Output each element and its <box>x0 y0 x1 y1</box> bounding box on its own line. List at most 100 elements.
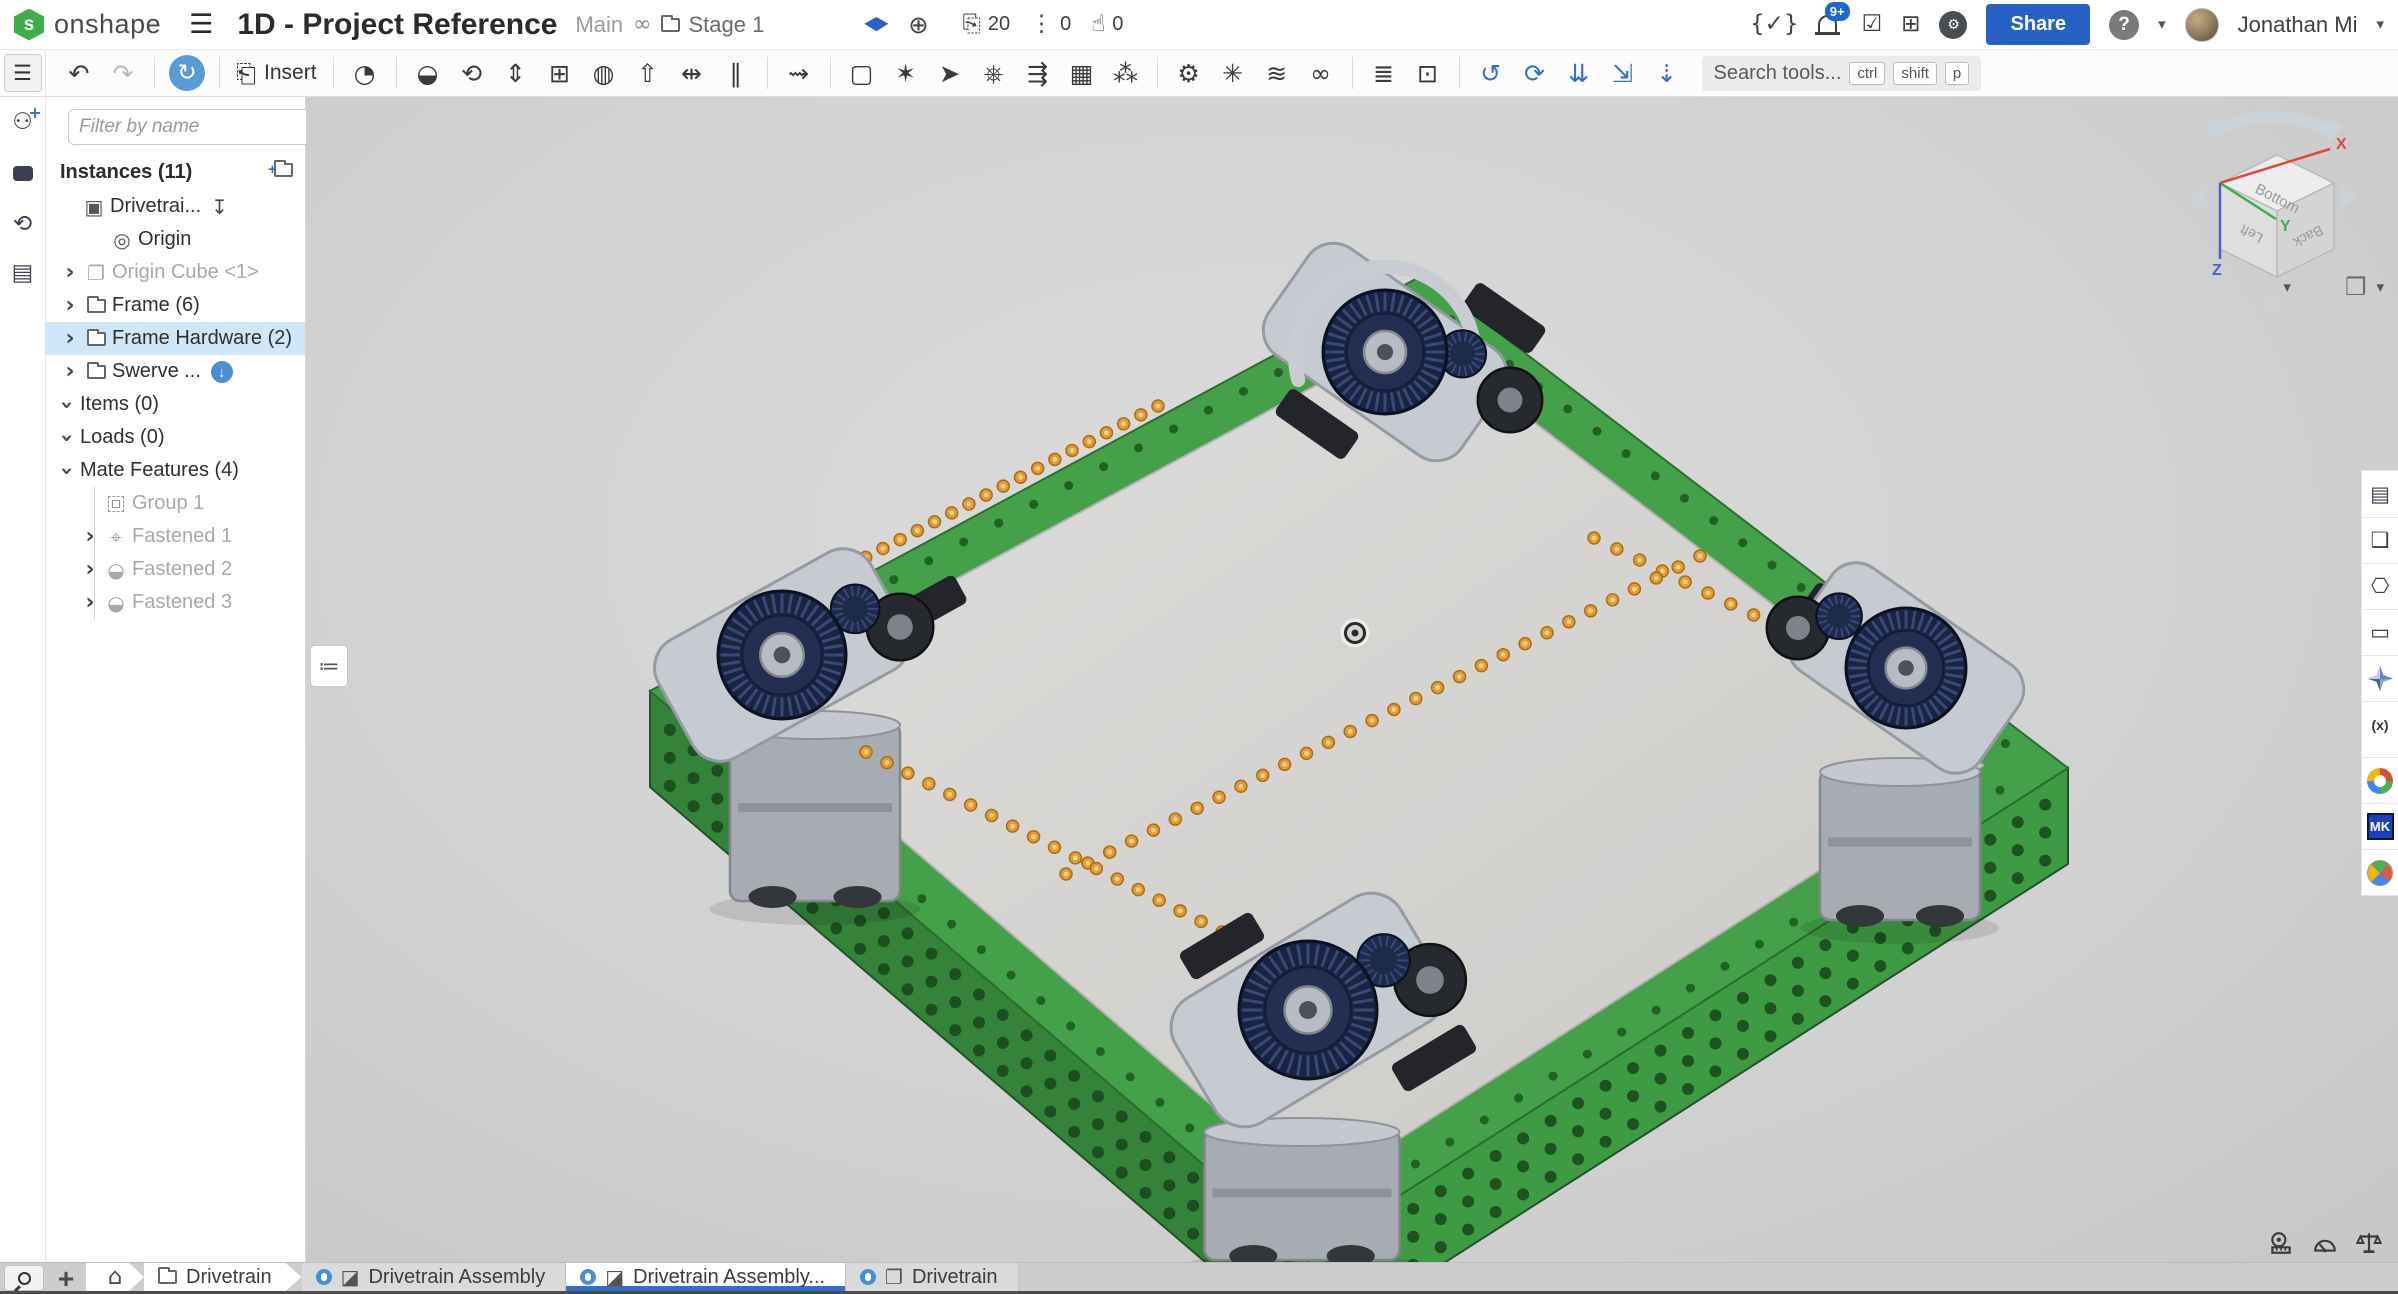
insert-bom-icon[interactable]: ⊡ <box>1407 54 1449 92</box>
ball-mate-icon[interactable]: ◍ <box>583 54 625 92</box>
featurescript-button[interactable]: (x) <box>2362 701 2398 747</box>
app-pinwheel-button[interactable] <box>2362 655 2398 701</box>
group-icon[interactable]: ◒ <box>407 54 449 92</box>
chevron-down-icon[interactable]: › <box>55 393 77 417</box>
apps-grid-icon[interactable]: ⊞ <box>1901 13 1920 36</box>
versions-stat[interactable]: ⋮ 0 <box>1030 13 1071 36</box>
chevron-right-icon[interactable]: › <box>58 295 82 317</box>
protractor-icon[interactable] <box>2312 1230 2338 1256</box>
ai-assistant-icon[interactable]: ⚙ <box>1939 11 1967 39</box>
comments-icon[interactable] <box>13 160 33 187</box>
user-name[interactable]: Jonathan Mi <box>2238 12 2358 38</box>
filter-input[interactable] <box>68 109 337 145</box>
curve-tool-icon[interactable]: ↺ <box>1470 54 1512 92</box>
tab-drivetrain-assembly-active[interactable]: ◪Drivetrain Assembly... <box>566 1263 846 1291</box>
share-button[interactable]: Share <box>1986 4 2090 45</box>
code-braces-icon[interactable]: {✓} <box>1750 13 1799 36</box>
chevron-down-icon[interactable]: › <box>55 426 77 450</box>
app-color-wheel-button[interactable] <box>2362 849 2398 895</box>
app-mk-button[interactable]: MK <box>2362 803 2398 849</box>
bom-cube-button[interactable]: ❑ <box>2362 517 2398 563</box>
display-mode-caret-icon[interactable]: ▾ <box>2376 280 2384 295</box>
tree-row-origin[interactable]: ◎Origin <box>46 223 305 256</box>
help-caret-icon[interactable]: ▾ <box>2158 17 2166 32</box>
replicate-icon[interactable]: ⇶ <box>1017 54 1059 92</box>
chevron-down-icon[interactable]: › <box>55 459 77 483</box>
planar-mate-icon[interactable]: ⊞ <box>539 54 581 92</box>
cylindrical-mate-icon[interactable]: ⇧ <box>627 54 669 92</box>
pan-left-arrow-icon[interactable] <box>2188 185 2204 209</box>
screw-relation-icon[interactable]: ≋ <box>1256 54 1298 92</box>
select-part-icon[interactable]: ➤ <box>929 54 971 92</box>
belt-relation-icon[interactable]: ∞ <box>1300 54 1342 92</box>
shaded-view-cube-icon[interactable]: ❒ <box>2345 275 2367 299</box>
link-icon[interactable]: ∞ <box>633 14 651 36</box>
new-folder-button[interactable]: + <box>274 163 293 182</box>
tree-row-origin-cube-1[interactable]: ›❐Origin Cube <1> <box>46 256 305 289</box>
tab-drivetrain[interactable]: ❐Drivetrain <box>846 1263 1019 1291</box>
named-positions-icon[interactable]: ▢ <box>841 54 883 92</box>
rotate-arrowhead-left-icon[interactable] <box>2202 119 2218 141</box>
tree-row-frame-6[interactable]: ›Frame (6) <box>46 289 305 322</box>
outline-panel-toggle[interactable]: ≔ <box>310 645 348 687</box>
fit-view-icon[interactable]: ⇲ <box>1602 54 1644 92</box>
animate-icon[interactable]: ⎈ <box>973 54 1015 92</box>
rack-pinion-relation-icon[interactable]: ✳ <box>1212 54 1254 92</box>
redo-icon[interactable]: ↷ <box>102 54 144 92</box>
share-user-icon[interactable]: ⚇+ <box>12 111 33 134</box>
new-feature-icon[interactable]: ✶ <box>885 54 927 92</box>
tree-row-frame-hardware-2[interactable]: ›Frame Hardware (2) <box>46 322 305 355</box>
tasks-icon[interactable]: ☑ <box>1862 13 1883 36</box>
tree-row-fastened-2[interactable]: ›◒Fastened 2 <box>46 553 305 586</box>
slider-mate-icon[interactable]: ⇕ <box>495 54 537 92</box>
chevron-right-icon[interactable]: › <box>58 361 82 383</box>
user-avatar[interactable] <box>2185 8 2219 42</box>
likes-stat[interactable]: ☝ 0 <box>1091 13 1123 36</box>
tape-measure-icon[interactable] <box>2268 1230 2294 1256</box>
revolute-mate-icon[interactable]: ⟲ <box>451 54 493 92</box>
tree-row-loads-0[interactable]: ›Loads (0) <box>46 421 305 454</box>
tab-drivetrain[interactable]: Drivetrain <box>144 1263 302 1291</box>
help-button[interactable]: ? <box>2109 10 2139 40</box>
new-tab-button[interactable]: + <box>46 1263 86 1294</box>
3d-model-canvas[interactable] <box>306 97 2398 1262</box>
notebook-icon[interactable]: ▤ <box>12 262 34 285</box>
search-tools-box[interactable]: Search tools... ctrl shift p <box>1702 56 1982 91</box>
mate-icon[interactable]: ◔ <box>344 54 386 92</box>
notifications-button[interactable]: 9+ <box>1818 11 1837 38</box>
mass-properties-icon[interactable] <box>2356 1230 2382 1256</box>
snap-mode-icon[interactable]: ⇝ <box>778 54 820 92</box>
sync-icon[interactable]: ↻ <box>169 55 205 91</box>
chevron-right-icon[interactable]: › <box>78 592 102 614</box>
home-tab-button[interactable]: ⌂ <box>86 1263 144 1291</box>
look-at-view-icon[interactable]: ⇣ <box>1646 54 1688 92</box>
hide-bom-icon[interactable]: ≣ <box>1363 54 1405 92</box>
copies-stat[interactable]: ⎘ 20 <box>962 13 1010 36</box>
rotate-arc-icon[interactable] <box>2210 117 2334 135</box>
main-menu-icon[interactable]: ☰ <box>189 11 213 38</box>
spherical-group-icon[interactable]: ⁂ <box>1105 54 1147 92</box>
feature-list-toggle[interactable]: ☰ <box>0 50 46 96</box>
workspace-label[interactable]: Main <box>575 12 623 38</box>
app-color-ring-button[interactable] <box>2362 757 2398 803</box>
undo-icon[interactable]: ↶ <box>58 54 100 92</box>
tree-row-swerve[interactable]: ›Swerve ...↓ <box>46 355 305 388</box>
tree-row-mate-features-4[interactable]: ›Mate Features (4) <box>46 454 305 487</box>
turntable-view-icon[interactable]: ⟳ <box>1514 54 1556 92</box>
update-available-icon[interactable]: ↓ <box>211 361 233 383</box>
pan-down-arrow-icon[interactable] <box>2260 299 2284 315</box>
version-chip[interactable]: Stage 1 <box>661 12 764 38</box>
tree-row-fastened-3[interactable]: ›◒Fastened 3 <box>46 586 305 619</box>
insert-button[interactable]: ⎗Insert <box>230 61 323 86</box>
sheet-metal-button[interactable]: ▭ <box>2362 609 2398 655</box>
drop-view-icon[interactable]: ⇊ <box>1558 54 1600 92</box>
tab-drivetrain-assembly[interactable]: ◪Drivetrain Assembly <box>302 1263 567 1291</box>
onshape-logo-icon[interactable]: s <box>14 9 44 41</box>
gear-relation-icon[interactable]: ⚙ <box>1168 54 1210 92</box>
pan-right-arrow-icon[interactable] <box>2340 185 2356 209</box>
document-panel-button[interactable]: ▤ <box>2362 471 2398 517</box>
chevron-right-icon[interactable]: › <box>78 559 102 581</box>
3d-viewport[interactable]: Bottom Left Back X Y Z ▾ ❒ ▾ ≔ ▤❑⎔▭(x)M <box>306 97 2398 1262</box>
chevron-right-icon[interactable]: › <box>58 262 82 284</box>
linear-pattern-icon[interactable]: ▦ <box>1061 54 1103 92</box>
